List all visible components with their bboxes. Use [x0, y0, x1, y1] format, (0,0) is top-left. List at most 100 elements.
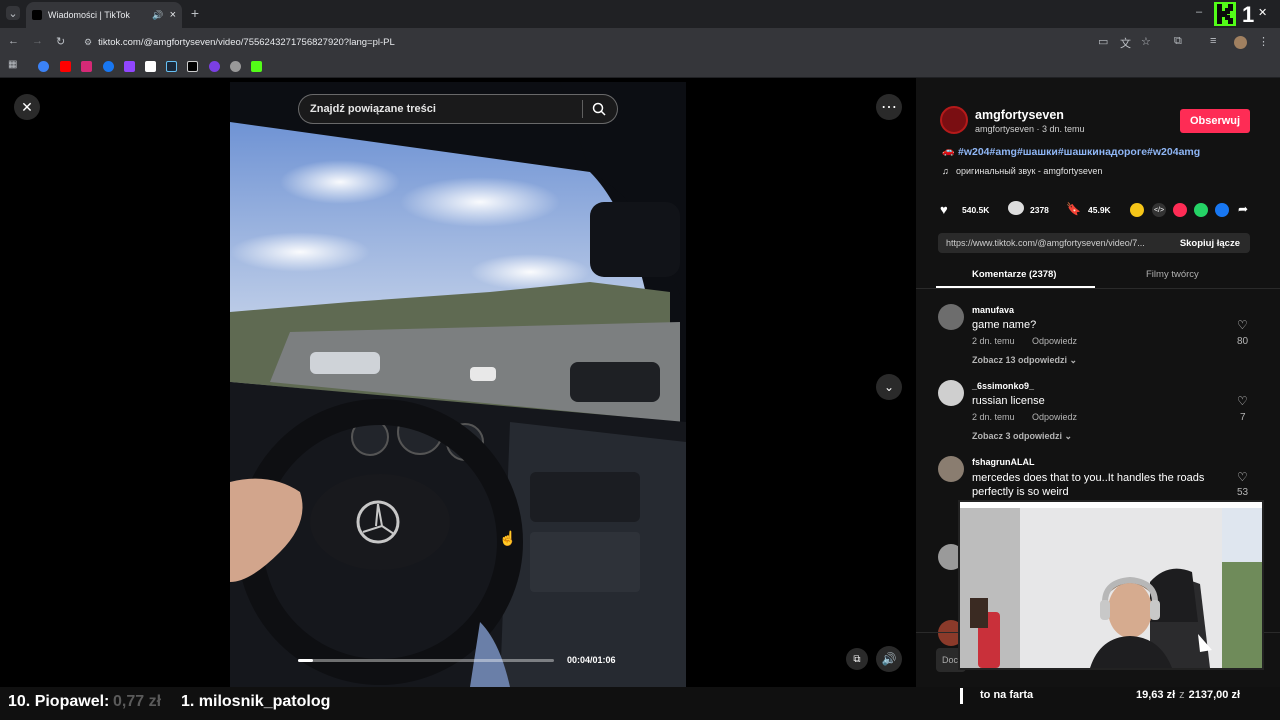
close-video-button[interactable]: ✕: [14, 94, 40, 120]
kick-logo-icon: [1214, 2, 1236, 26]
avatar[interactable]: [938, 456, 964, 482]
comment-like-icon[interactable]: ♡: [1237, 318, 1248, 332]
apps-icon[interactable]: ▦: [8, 59, 19, 70]
forward-icon[interactable]: →: [32, 35, 43, 47]
comment-time: 2 dn. temu: [972, 412, 1015, 422]
cast-icon[interactable]: ▭: [1098, 35, 1108, 48]
youtube-icon[interactable]: [60, 61, 71, 72]
comment-user[interactable]: _6ssimonko9_: [972, 381, 1034, 391]
share-link[interactable]: https://www.tiktok.com/@amgfortyseven/vi…: [938, 238, 1170, 248]
tab-creator-videos[interactable]: Filmy twórcy: [1146, 269, 1199, 280]
cursor-icon: ☝: [499, 530, 517, 546]
goal-bar-start: [960, 688, 963, 704]
close-tab-icon[interactable]: ×: [170, 9, 176, 21]
repost-icon[interactable]: [1173, 203, 1187, 217]
comment-like-icon[interactable]: ♡: [1237, 394, 1248, 408]
search-icon[interactable]: [592, 102, 606, 121]
copy-link-button[interactable]: Skopiuj łącze: [1170, 238, 1250, 249]
reload-icon[interactable]: ↻: [56, 35, 65, 48]
share-arrow-icon[interactable]: ➦: [1238, 202, 1248, 216]
donor-rank-10: 10. Piopawel:: [8, 693, 110, 710]
video-time: 00:04/01:06: [567, 655, 616, 665]
more-options-button[interactable]: ⋯: [876, 94, 902, 120]
messenger-icon[interactable]: [38, 61, 49, 72]
comment-user[interactable]: manufava: [972, 305, 1014, 315]
search-divider: [582, 100, 583, 118]
share-link-box: https://www.tiktok.com/@amgfortyseven/vi…: [938, 233, 1250, 253]
view-replies-button[interactable]: Zobacz 13 odpowiedzi ⌄: [972, 355, 1077, 366]
menu-icon[interactable]: ⋮: [1258, 35, 1269, 48]
facebook-icon[interactable]: [103, 61, 114, 72]
view-replies-button[interactable]: Zobacz 3 odpowiedzi ⌄: [972, 431, 1072, 442]
overlay-number: 1: [1242, 2, 1255, 27]
pip-icon[interactable]: ⧉: [846, 648, 868, 670]
video-progress-track[interactable]: [298, 659, 554, 662]
new-tab-icon[interactable]: +: [188, 5, 202, 21]
instagram-icon[interactable]: [81, 61, 92, 72]
goal-current: 19,63 zł: [1136, 689, 1176, 701]
comment-text: russian license: [972, 395, 1045, 407]
comment-text: mercedes does that to you..It handles th…: [972, 472, 1205, 498]
bookmark-star-icon[interactable]: ☆: [1141, 35, 1151, 48]
goal-separator: z: [1179, 689, 1185, 701]
video-player[interactable]: [230, 82, 686, 687]
whatsapp-icon[interactable]: [1194, 203, 1208, 217]
author-avatar[interactable]: [940, 106, 968, 134]
comment-user[interactable]: fshagrunALAL: [972, 457, 1035, 467]
tiktok-icon[interactable]: [187, 61, 198, 72]
embed-icon[interactable]: </>: [1152, 203, 1166, 217]
address-bar[interactable]: ⚙ tiktok.com/@amgfortyseven/video/755624…: [84, 34, 1164, 50]
tab-title: Wiadomości | TikTok: [48, 10, 130, 20]
video-progress-fill: [298, 659, 314, 662]
extensions-icon[interactable]: ⧉: [1174, 35, 1182, 48]
like-count: 540.5K: [962, 205, 990, 215]
kick-icon[interactable]: [251, 61, 262, 72]
goal-text: to na farta: [980, 689, 1034, 701]
twitch-icon[interactable]: [124, 61, 135, 72]
author-name[interactable]: amgfortyseven: [975, 108, 1064, 122]
sound-name[interactable]: оригинальный звук - amgfortyseven: [956, 166, 1102, 176]
goal-amount: 19,63 zł z 2137,00 zł: [1136, 689, 1240, 701]
comment-like-count: 53: [1237, 487, 1249, 498]
tab-list-icon[interactable]: ⌄: [6, 6, 20, 20]
reply-button[interactable]: Odpowiedz: [1032, 412, 1077, 422]
coin-icon[interactable]: [1130, 203, 1144, 217]
tab-comments[interactable]: Komentarze (2378): [972, 269, 1056, 280]
comment-like-count: 7: [1240, 412, 1246, 423]
minimize-icon[interactable]: –: [1196, 6, 1202, 18]
comment-icon[interactable]: [1008, 201, 1024, 215]
close-window-icon[interactable]: ✕: [1258, 6, 1267, 19]
bookmark-icon[interactable]: 🔖: [1066, 202, 1081, 216]
music-note-icon: ♫: [942, 166, 949, 176]
save-count: 45.9K: [1088, 205, 1111, 215]
translate-icon[interactable]: 文: [1120, 35, 1131, 51]
site-info-icon[interactable]: ⚙: [84, 37, 92, 48]
reply-button[interactable]: Odpowiedz: [1032, 336, 1077, 346]
bookmark-app-icon[interactable]: [209, 61, 220, 72]
bookmark-app-icon[interactable]: [145, 61, 156, 72]
hashtags[interactable]: #w204#amg#шашки#шашкинадороге#w204amg: [958, 146, 1200, 158]
avatar[interactable]: [938, 380, 964, 406]
avatar[interactable]: [938, 304, 964, 330]
like-icon[interactable]: ♥: [940, 202, 948, 217]
reading-list-icon[interactable]: ≡: [1210, 35, 1216, 47]
profile-avatar[interactable]: [1234, 36, 1247, 49]
apple-icon[interactable]: [230, 61, 241, 72]
back-icon[interactable]: ←: [8, 35, 19, 47]
tiktok-favicon-icon: [32, 10, 42, 20]
steam-icon[interactable]: [166, 61, 177, 72]
follow-button[interactable]: Obserwuj: [1180, 109, 1250, 133]
comment-like-icon[interactable]: ♡: [1237, 470, 1248, 484]
next-video-button[interactable]: ⌄: [876, 374, 902, 400]
browser-tab[interactable]: Wiadomości | TikTok 🔊 ×: [26, 2, 182, 28]
volume-icon[interactable]: 🔊: [876, 646, 902, 672]
comment-count: 2378: [1030, 205, 1049, 215]
audio-icon[interactable]: 🔊: [152, 10, 163, 21]
author-meta: amgfortyseven · 3 dn. temu: [975, 124, 1085, 134]
webcam-overlay: [958, 500, 1264, 670]
search-input[interactable]: Znajdź powiązane treści: [298, 94, 618, 124]
facebook-share-icon[interactable]: [1215, 203, 1229, 217]
video-frame: [230, 82, 686, 687]
comment-time: 2 dn. temu: [972, 336, 1015, 346]
comment-text: game name?: [972, 319, 1037, 331]
